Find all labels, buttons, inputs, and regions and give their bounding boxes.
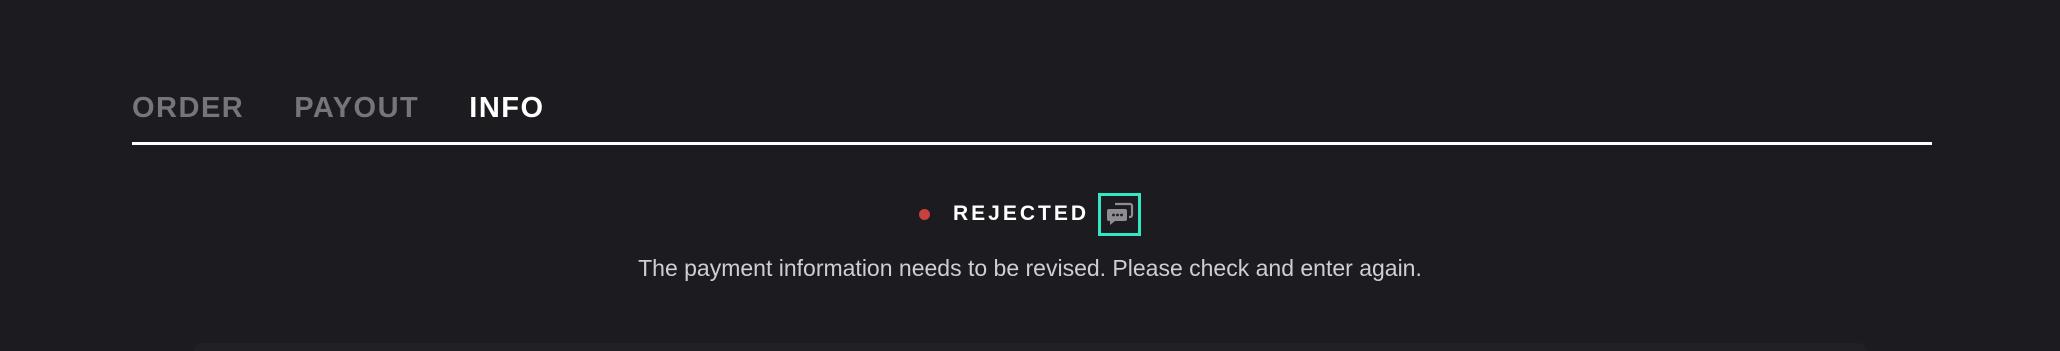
info-page: ORDER PAYOUT INFO REJECTED The payment i…: [0, 0, 2060, 351]
tab-bar: ORDER PAYOUT INFO: [132, 88, 545, 128]
status-badge: REJECTED: [952, 202, 1090, 225]
chat-button[interactable]: [1098, 192, 1142, 236]
tab-payout[interactable]: PAYOUT: [294, 88, 419, 128]
tab-underline: [132, 142, 1932, 145]
chat-bubbles-icon: [1106, 202, 1133, 225]
content-card: [193, 343, 1867, 351]
tab-info[interactable]: INFO: [469, 88, 544, 128]
tab-order[interactable]: ORDER: [132, 88, 244, 128]
status-dot: [918, 208, 930, 220]
status-message: The payment information needs to be revi…: [638, 255, 1422, 281]
status-row: REJECTED: [0, 189, 2060, 239]
